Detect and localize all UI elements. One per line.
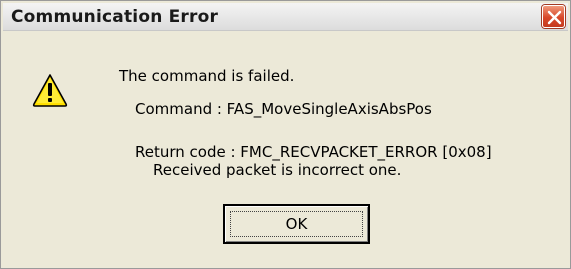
ok-button[interactable]: OK <box>223 204 370 244</box>
window-title: Communication Error <box>11 7 219 27</box>
error-detail: Received packet is incorrect one. <box>153 161 402 179</box>
return-code-line: Return code : FMC_RECVPACKET_ERROR [0x08… <box>135 143 492 161</box>
command-line: Command : FAS_MoveSingleAxisAbsPos <box>135 100 432 118</box>
focus-rectangle <box>230 211 363 237</box>
error-message: The command is failed. <box>119 67 295 85</box>
communication-error-dialog: Communication Error The command is faile… <box>0 0 571 269</box>
warning-icon <box>32 74 68 107</box>
close-icon <box>547 10 562 25</box>
title-bar[interactable]: Communication Error <box>3 3 568 31</box>
close-button[interactable] <box>542 5 565 28</box>
